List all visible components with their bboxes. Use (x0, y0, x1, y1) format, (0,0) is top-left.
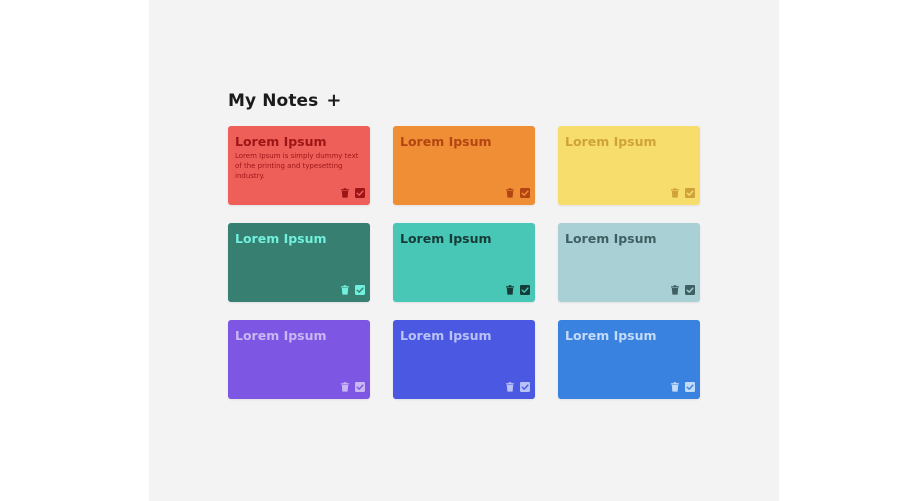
trash-icon[interactable] (670, 382, 680, 392)
note-title: Lorem Ipsum (400, 231, 492, 246)
note-actions (670, 382, 695, 392)
note-actions (505, 188, 530, 198)
add-note-button[interactable]: + (324, 92, 343, 110)
note-title: Lorem Ipsum (565, 231, 657, 246)
note-actions (670, 188, 695, 198)
note-card[interactable]: Lorem Ipsum (393, 223, 535, 302)
note-body: Lorem Ipsum is simply dummy text of the … (235, 152, 359, 180)
notes-header: My Notes + (228, 91, 344, 111)
checkbox-icon[interactable] (685, 382, 695, 392)
note-actions (340, 285, 365, 295)
note-actions (505, 382, 530, 392)
notes-grid: Lorem Ipsum Lorem Ipsum is simply dummy … (228, 126, 700, 399)
note-title: Lorem Ipsum (565, 328, 657, 343)
checkbox-icon[interactable] (520, 285, 530, 295)
checkbox-icon[interactable] (685, 285, 695, 295)
note-card[interactable]: Lorem Ipsum Lorem Ipsum is simply dummy … (228, 126, 370, 205)
trash-icon[interactable] (505, 188, 515, 198)
note-card[interactable]: Lorem Ipsum (558, 223, 700, 302)
note-title: Lorem Ipsum (400, 328, 492, 343)
page-title: My Notes (228, 91, 319, 111)
trash-icon[interactable] (505, 382, 515, 392)
note-card[interactable]: Lorem Ipsum (228, 320, 370, 399)
trash-icon[interactable] (340, 382, 350, 392)
note-title: Lorem Ipsum (235, 231, 327, 246)
note-card[interactable]: Lorem Ipsum (558, 126, 700, 205)
notes-page: My Notes + Lorem Ipsum Lorem Ipsum is si… (149, 0, 779, 501)
checkbox-icon[interactable] (520, 188, 530, 198)
note-card[interactable]: Lorem Ipsum (393, 126, 535, 205)
note-card[interactable]: Lorem Ipsum (393, 320, 535, 399)
checkbox-icon[interactable] (355, 382, 365, 392)
trash-icon[interactable] (505, 285, 515, 295)
checkbox-icon[interactable] (355, 188, 365, 198)
checkbox-icon[interactable] (520, 382, 530, 392)
note-title: Lorem Ipsum (235, 134, 327, 149)
note-card[interactable]: Lorem Ipsum (228, 223, 370, 302)
trash-icon[interactable] (340, 285, 350, 295)
note-actions (340, 188, 365, 198)
note-actions (505, 285, 530, 295)
note-title: Lorem Ipsum (400, 134, 492, 149)
trash-icon[interactable] (670, 285, 680, 295)
note-title: Lorem Ipsum (565, 134, 657, 149)
checkbox-icon[interactable] (685, 188, 695, 198)
checkbox-icon[interactable] (355, 285, 365, 295)
note-title: Lorem Ipsum (235, 328, 327, 343)
note-actions (670, 285, 695, 295)
trash-icon[interactable] (670, 188, 680, 198)
trash-icon[interactable] (340, 188, 350, 198)
note-card[interactable]: Lorem Ipsum (558, 320, 700, 399)
note-actions (340, 382, 365, 392)
